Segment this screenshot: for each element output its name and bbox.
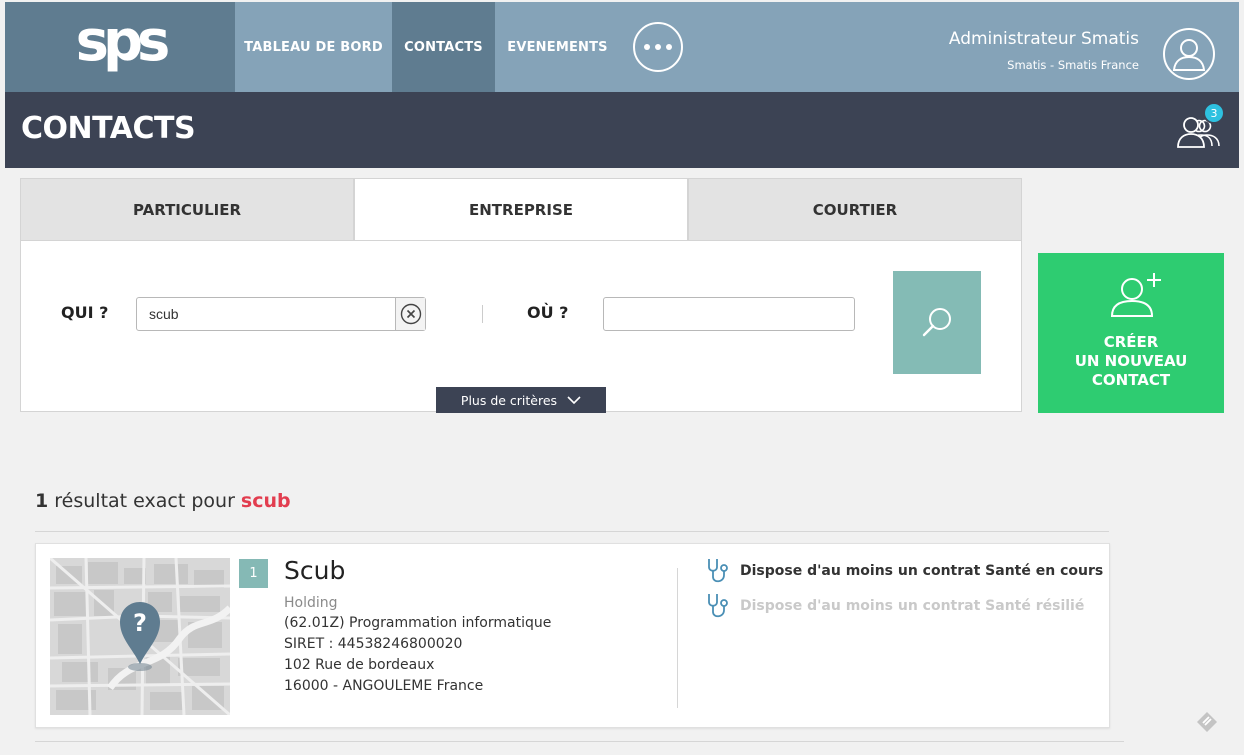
feedback-icon[interactable] — [1195, 710, 1219, 734]
more-criteria-button[interactable]: Plus de critères — [436, 387, 606, 413]
results-term: scub — [240, 490, 291, 512]
where-input[interactable] — [603, 297, 855, 331]
company-siret: SIRET : 44538246800020 — [284, 636, 463, 652]
divider — [35, 531, 1109, 532]
nav-contacts[interactable]: CONTACTS — [392, 2, 495, 92]
card-divider — [677, 568, 678, 708]
notification-badge: 3 — [1203, 102, 1225, 124]
page-title: CONTACTS — [21, 111, 196, 146]
tab-entreprise[interactable]: ENTREPRISE — [354, 178, 688, 241]
results-count: 1 — [35, 490, 49, 512]
dot-icon — [655, 44, 661, 50]
contact-type-tabs: PARTICULIER ENTREPRISE COURTIER — [20, 178, 1022, 241]
user-organization: Smatis - Smatis France — [1007, 58, 1139, 72]
logo[interactable]: sps — [5, 2, 235, 92]
result-index: 1 — [239, 559, 268, 588]
field-divider — [482, 305, 483, 323]
results-summary: 1 résultat exact pour scub — [35, 490, 291, 512]
contract-active: Dispose d'au moins un contrat Santé en c… — [704, 557, 1103, 585]
company-city: 16000 - ANGOULEME France — [284, 678, 484, 694]
more-menu-button[interactable] — [633, 22, 683, 72]
result-card[interactable]: ? 1 Scub Holding (62.01Z) Programmation … — [35, 543, 1110, 728]
user-name: Administrateur Smatis — [948, 29, 1139, 49]
more-criteria-label: Plus de critères — [460, 392, 558, 408]
company-type: Holding — [284, 595, 338, 611]
user-avatar-icon[interactable] — [1163, 28, 1215, 80]
add-user-icon — [1110, 273, 1161, 317]
close-icon — [400, 303, 421, 325]
tab-particulier[interactable]: PARTICULIER — [20, 178, 354, 241]
search-button[interactable] — [893, 271, 981, 374]
contract-active-label: Dispose d'au moins un contrat Santé en c… — [740, 563, 1104, 579]
results-text: résultat exact pour — [48, 490, 241, 512]
tab-courtier[interactable]: COURTIER — [688, 178, 1022, 241]
nav-events[interactable]: EVENEMENTS — [495, 2, 620, 92]
logo-text: sps — [75, 9, 171, 74]
dot-icon — [666, 44, 672, 50]
where-label: OÙ ? — [527, 303, 569, 322]
stethoscope-icon — [708, 594, 728, 618]
who-field — [136, 297, 426, 331]
contract-terminated: Dispose d'au moins un contrat Santé rési… — [704, 592, 1084, 620]
create-contact-label: CRÉER UN NOUVEAU CONTACT — [1074, 333, 1188, 389]
dot-icon — [644, 44, 650, 50]
svg-text:?: ? — [133, 609, 147, 637]
contract-terminated-label: Dispose d'au moins un contrat Santé rési… — [740, 598, 1085, 614]
create-contact-button[interactable]: CRÉER UN NOUVEAU CONTACT — [1038, 253, 1224, 413]
location-map: ? — [50, 558, 230, 715]
nav-dashboard[interactable]: TABLEAU DE BORD — [235, 2, 392, 92]
search-panel: QUI ? OÙ ? Plus de critères — [20, 240, 1022, 413]
clear-button[interactable] — [395, 298, 425, 330]
company-name[interactable]: Scub — [284, 556, 345, 585]
chevron-down-icon — [567, 396, 581, 405]
contacts-group-icon[interactable]: 3 — [1175, 102, 1225, 154]
title-bar: CONTACTS 3 — [5, 92, 1239, 168]
top-navbar: sps TABLEAU DE BORD CONTACTS EVENEMENTS … — [5, 2, 1239, 92]
search-icon — [922, 307, 951, 336]
who-label: QUI ? — [61, 303, 109, 322]
company-activity: (62.01Z) Programmation informatique — [284, 615, 552, 631]
stethoscope-icon — [708, 559, 728, 583]
divider — [35, 741, 1124, 742]
company-street: 102 Rue de bordeaux — [284, 657, 435, 673]
who-input[interactable] — [137, 298, 395, 330]
location-pin-icon: ? — [120, 602, 160, 671]
